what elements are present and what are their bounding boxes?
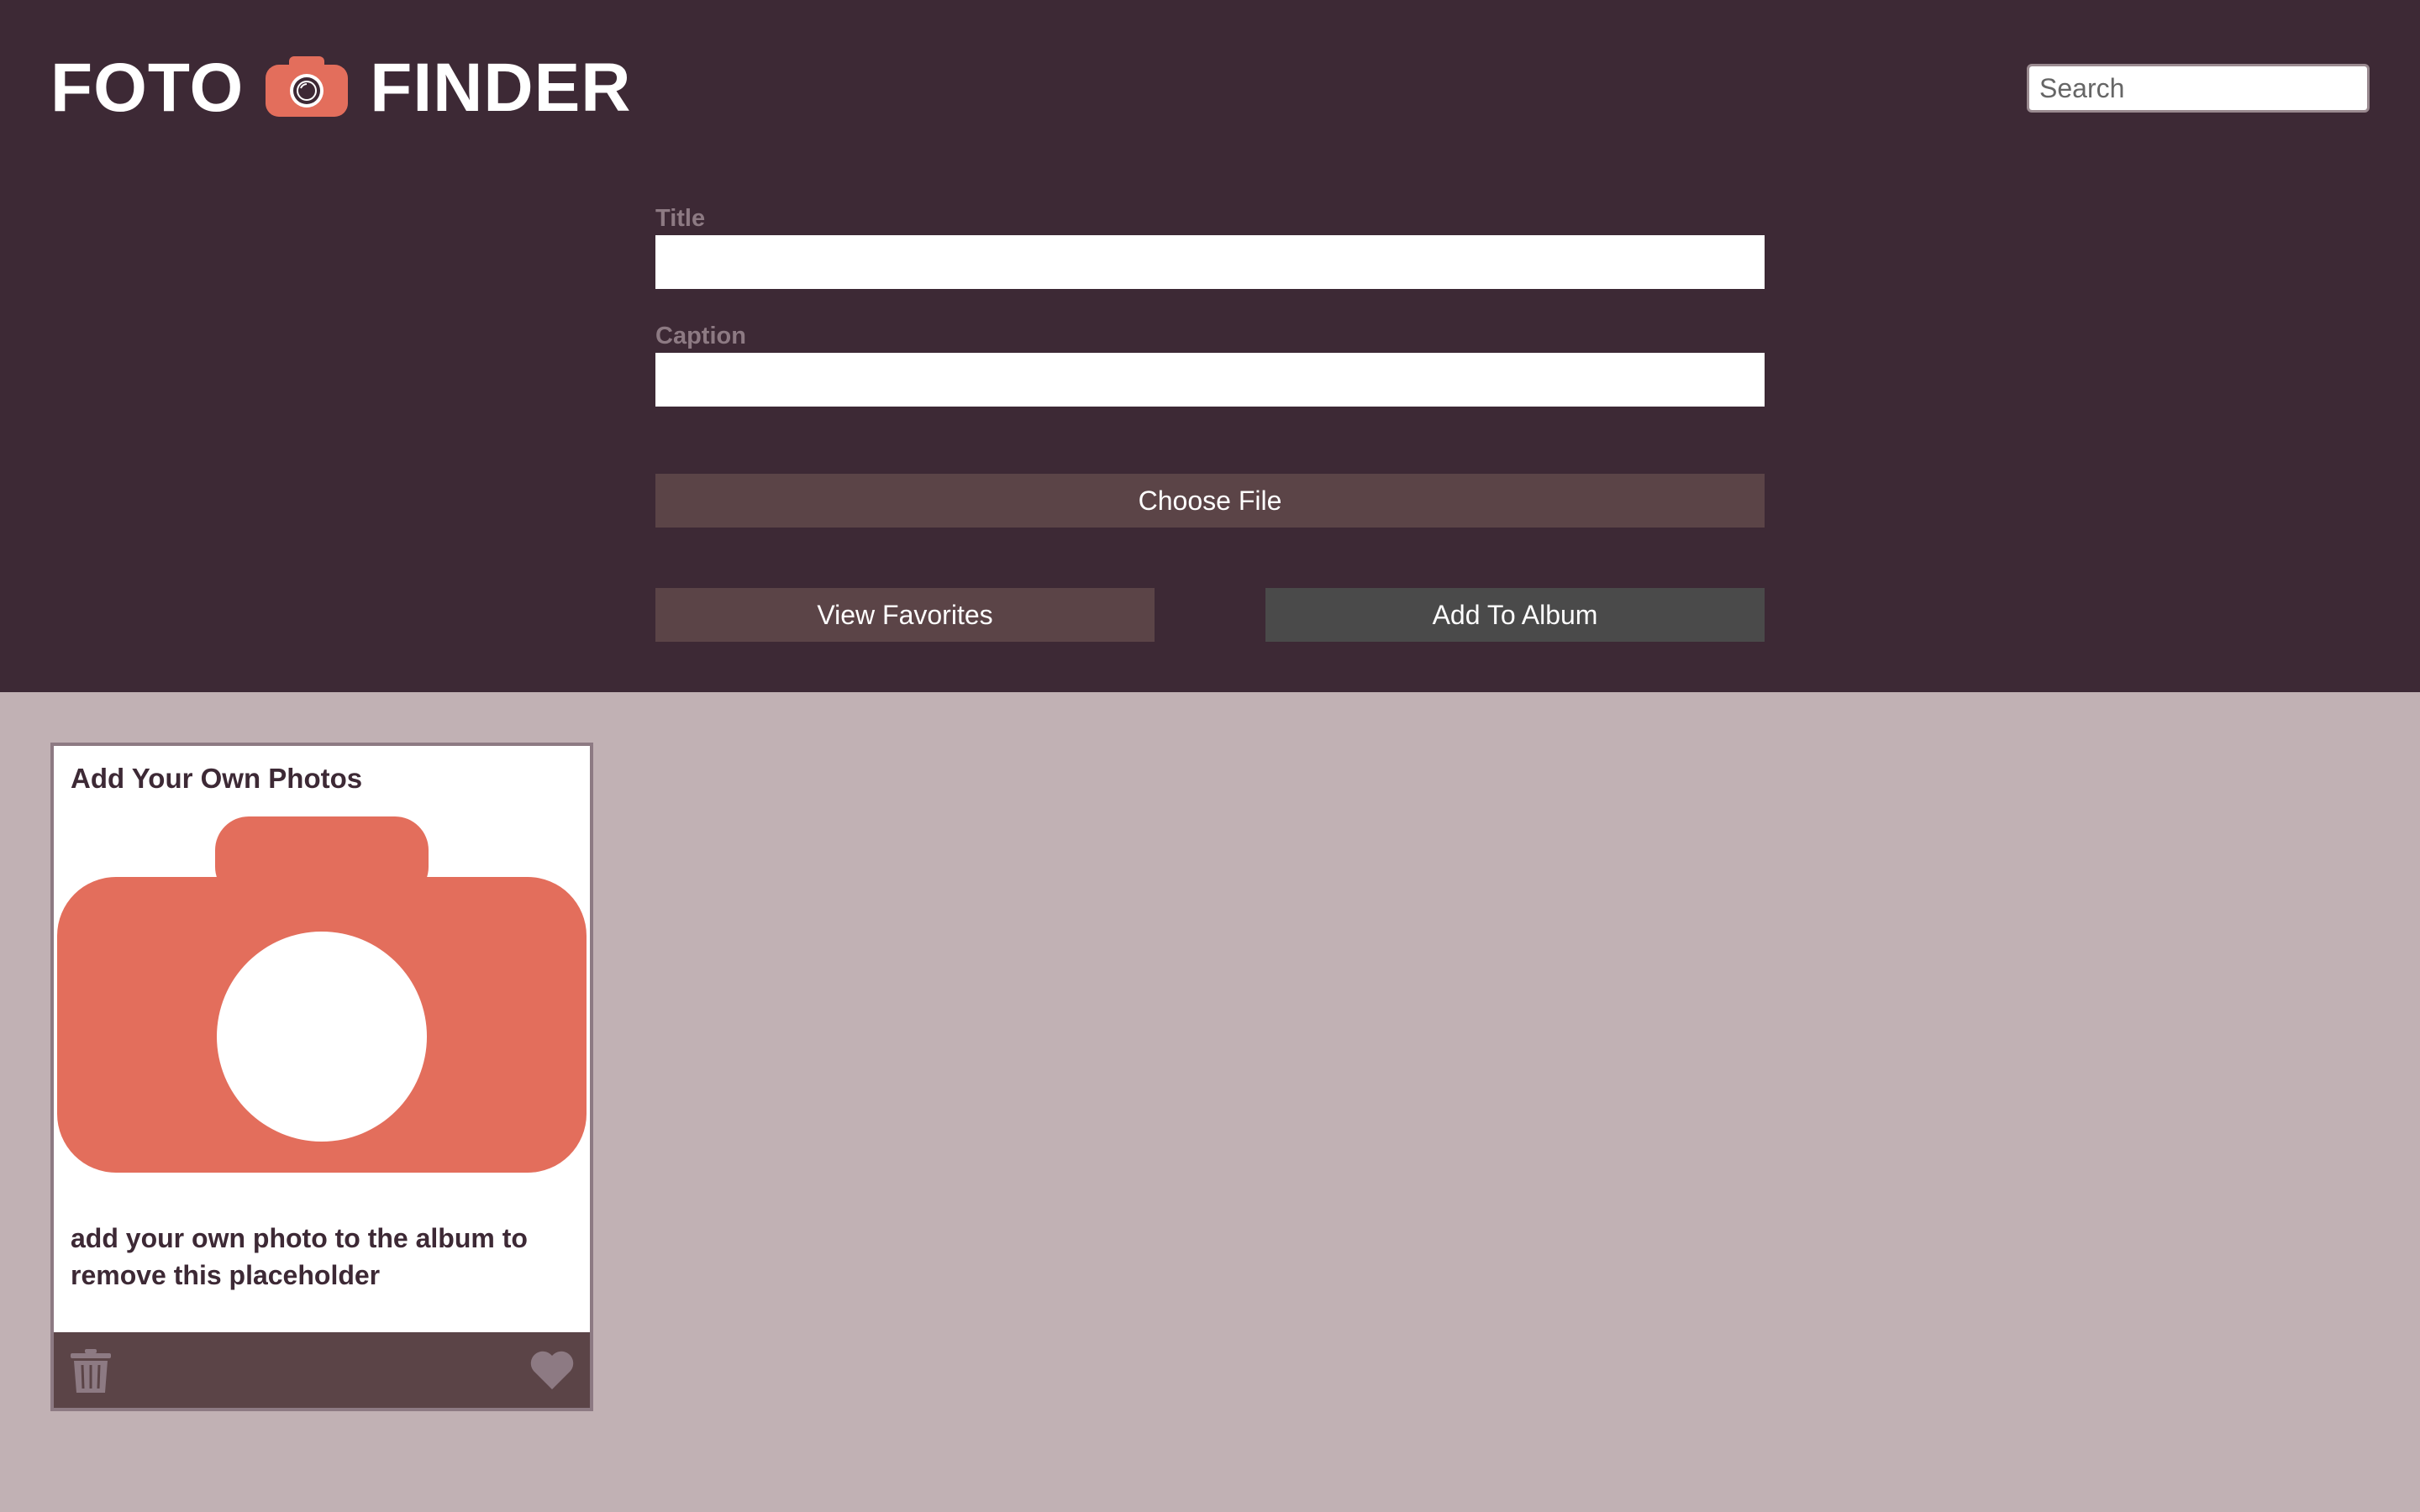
view-favorites-button[interactable]: View Favorites <box>655 588 1155 642</box>
camera-icon <box>266 56 349 117</box>
trash-icon[interactable] <box>71 1349 111 1393</box>
logo-text-right: FINDER <box>370 50 632 126</box>
photo-card: Add Your Own Photos add your own photo t… <box>50 743 593 1411</box>
add-to-album-button[interactable]: Add To Album <box>1265 588 1765 642</box>
card-title[interactable]: Add Your Own Photos <box>71 763 362 795</box>
choose-file-button[interactable]: Choose File <box>655 474 1765 528</box>
search-input[interactable] <box>2029 66 2367 110</box>
app-header: FOTO FINDER Title Caption Choose File Vi… <box>0 0 2420 692</box>
caption-label: Caption <box>655 323 746 349</box>
caption-input[interactable] <box>655 353 1765 407</box>
heart-icon[interactable] <box>529 1349 575 1391</box>
camera-icon <box>57 816 587 1173</box>
title-label: Title <box>655 205 706 232</box>
logo-text-left: FOTO <box>50 50 245 126</box>
title-input[interactable] <box>655 235 1765 289</box>
photo-form: Title Caption <box>655 202 1765 407</box>
card-footer <box>54 1332 590 1408</box>
app-logo: FOTO FINDER <box>50 50 631 126</box>
search-box <box>2027 64 2370 113</box>
card-caption[interactable]: add your own photo to the album to remov… <box>71 1220 575 1294</box>
